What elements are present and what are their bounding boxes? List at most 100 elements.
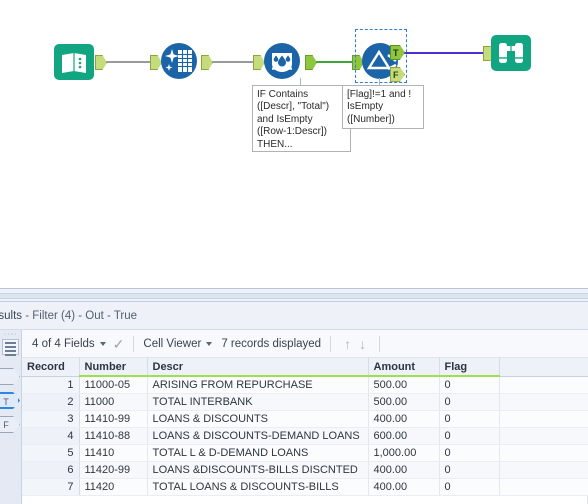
- table-row[interactable]: 1 11000-05 ARISING FROM REPURCHASE 500.00 0: [22, 376, 588, 394]
- cell-viewer-selector[interactable]: Cell Viewer: [143, 337, 213, 350]
- anchor-formula-output[interactable]: [305, 55, 317, 70]
- binoculars-icon: [491, 35, 531, 71]
- cell-record[interactable]: 3: [22, 410, 80, 428]
- wire-filter-true-to-browse: [403, 52, 488, 54]
- grid-empty-area: [22, 495, 588, 504]
- cell-descr[interactable]: ARISING FROM REPURCHASE: [147, 376, 369, 394]
- cell-filler: [499, 427, 588, 445]
- anchor-select-output[interactable]: [201, 55, 213, 70]
- cell-descr[interactable]: LOANS & DISCOUNTS-DEMAND LOANS: [147, 427, 369, 445]
- results-title-rest: - Filter (4) - Out - True: [22, 309, 138, 322]
- rail-grip[interactable]: ····: [4, 331, 18, 338]
- cell-descr[interactable]: TOTAL LOANS & DISCOUNTS-BILLS: [147, 478, 369, 496]
- cell-descr[interactable]: LOANS &DISCOUNTS-BILLS DISCNTED: [147, 461, 369, 479]
- splitter-bar[interactable]: [0, 293, 588, 299]
- table-row[interactable]: 3 11410-99 LOANS & DISCOUNTS 400.00 0: [22, 410, 588, 428]
- rail-anchor-false[interactable]: F: [0, 416, 20, 433]
- cell-flag[interactable]: 0: [439, 393, 500, 411]
- filter-annotation: [Flag]!=1 and ! IsEmpty ([Number]): [342, 85, 424, 129]
- select-icon: [161, 43, 197, 79]
- fields-label: 4 of 4 Fields: [32, 337, 95, 350]
- cell-descr[interactable]: LOANS & DISCOUNTS: [147, 410, 369, 428]
- table-body: 1 11000-05 ARISING FROM REPURCHASE 500.00 0 2…: [22, 376, 588, 496]
- wire-formula-to-filter: [312, 61, 357, 63]
- anchor-input-output[interactable]: [95, 55, 107, 70]
- rail-anchor-out[interactable]: [0, 368, 20, 385]
- cell-record[interactable]: 4: [22, 427, 80, 445]
- toolbar-divider-1: [133, 335, 135, 352]
- rail-anchor-true[interactable]: T: [0, 392, 20, 409]
- cell-amount[interactable]: 600.00: [368, 427, 440, 445]
- pane-splitter[interactable]: [0, 288, 588, 302]
- records-displayed-label: 7 records displayed: [221, 337, 322, 350]
- cell-flag[interactable]: 0: [439, 427, 500, 445]
- column-header-flag[interactable]: Flag: [439, 358, 500, 377]
- table-row[interactable]: 6 11420-99 LOANS &DISCOUNTS-BILLS DISCNTED…: [22, 461, 588, 479]
- results-toolbar: 4 of 4 Fields ✓ Cell Viewer 7 records di…: [22, 330, 588, 358]
- cell-filler: [499, 376, 588, 394]
- input-data-tool[interactable]: [52, 39, 96, 83]
- workflow-canvas[interactable]: T F IF Contains ([Descr], "Total") and I…: [0, 0, 588, 288]
- checkmark-icon[interactable]: ✓: [113, 337, 125, 351]
- cell-filler: [499, 393, 588, 411]
- column-header-number[interactable]: Number: [79, 358, 148, 377]
- select-tool[interactable]: [157, 39, 201, 83]
- cell-amount[interactable]: 400.00: [368, 410, 440, 428]
- scroll-down-button[interactable]: ↓: [355, 337, 370, 351]
- results-anchor-rail[interactable]: ···· T F: [0, 330, 22, 504]
- cell-flag[interactable]: 0: [439, 410, 500, 428]
- column-header-record[interactable]: Record: [22, 358, 80, 377]
- toolbar-divider-3: [379, 335, 381, 352]
- browse-tool[interactable]: [489, 30, 533, 74]
- cell-flag[interactable]: 0: [439, 478, 500, 496]
- column-header-amount[interactable]: Amount: [368, 358, 440, 377]
- cell-record[interactable]: 6: [22, 461, 80, 479]
- cell-viewer-label: Cell Viewer: [143, 337, 202, 350]
- cell-record[interactable]: 7: [22, 478, 80, 496]
- cell-flag[interactable]: 0: [439, 461, 500, 479]
- scroll-up-button[interactable]: ↑: [340, 337, 355, 351]
- table-row[interactable]: 2 11000 TOTAL INTERBANK 500.00 0: [22, 393, 588, 411]
- results-pane: esults - Filter (4) - Out - True ···· T …: [0, 302, 588, 504]
- wire-input-to-select: [103, 61, 157, 63]
- formula-icon: [264, 43, 300, 79]
- chevron-down-icon[interactable]: [99, 341, 106, 346]
- list-icon[interactable]: [2, 339, 19, 356]
- cell-filler: [499, 478, 588, 496]
- cell-number[interactable]: 11410: [79, 444, 148, 462]
- cell-record[interactable]: 1: [22, 376, 80, 394]
- cell-number[interactable]: 11420-99: [79, 461, 148, 479]
- fields-selector[interactable]: 4 of 4 Fields: [32, 338, 106, 350]
- cell-number[interactable]: 11420: [79, 478, 148, 496]
- cell-number[interactable]: 11000: [79, 393, 148, 411]
- column-header-descr[interactable]: Descr: [147, 358, 369, 377]
- cell-number[interactable]: 11410-88: [79, 427, 148, 445]
- cell-amount[interactable]: 400.00: [368, 461, 440, 479]
- cell-amount[interactable]: 500.00: [368, 376, 440, 394]
- table-row[interactable]: 5 11410 TOTAL L & D-DEMAND LOANS 1,000.00 0: [22, 444, 588, 462]
- results-grid-area: 4 of 4 Fields ✓ Cell Viewer 7 records di…: [22, 330, 588, 504]
- chevron-down-icon-2[interactable]: [206, 341, 213, 346]
- formula-annotation-stem: [300, 78, 301, 85]
- formula-tool[interactable]: [260, 39, 304, 83]
- table-header-row: Record Number Descr Amount Flag: [22, 358, 588, 377]
- cell-number[interactable]: 11000-05: [79, 376, 148, 394]
- table-row[interactable]: 4 11410-88 LOANS & DISCOUNTS-DEMAND LOANS 6…: [22, 427, 588, 445]
- table-row[interactable]: 7 11420 TOTAL LOANS & DISCOUNTS-BILLS 400.0…: [22, 478, 588, 496]
- cell-number[interactable]: 11410-99: [79, 410, 148, 428]
- cell-amount[interactable]: 500.00: [368, 393, 440, 411]
- cell-amount[interactable]: 400.00: [368, 478, 440, 496]
- cell-descr[interactable]: TOTAL L & D-DEMAND LOANS: [147, 444, 369, 462]
- results-grid-scroll[interactable]: Record Number Descr Amount Flag 1 11000-0…: [22, 358, 588, 504]
- results-table: Record Number Descr Amount Flag 1 11000-0…: [22, 358, 588, 496]
- cell-record[interactable]: 5: [22, 444, 80, 462]
- cell-flag[interactable]: 0: [439, 444, 500, 462]
- results-title: esults - Filter (4) - Out - True: [0, 310, 137, 322]
- book-icon: [54, 44, 94, 80]
- cell-record[interactable]: 2: [22, 393, 80, 411]
- cell-filler: [499, 410, 588, 428]
- filter-annotation-stem: [379, 78, 380, 85]
- cell-flag[interactable]: 0: [439, 376, 500, 394]
- cell-descr[interactable]: TOTAL INTERBANK: [147, 393, 369, 411]
- cell-amount[interactable]: 1,000.00: [368, 444, 440, 462]
